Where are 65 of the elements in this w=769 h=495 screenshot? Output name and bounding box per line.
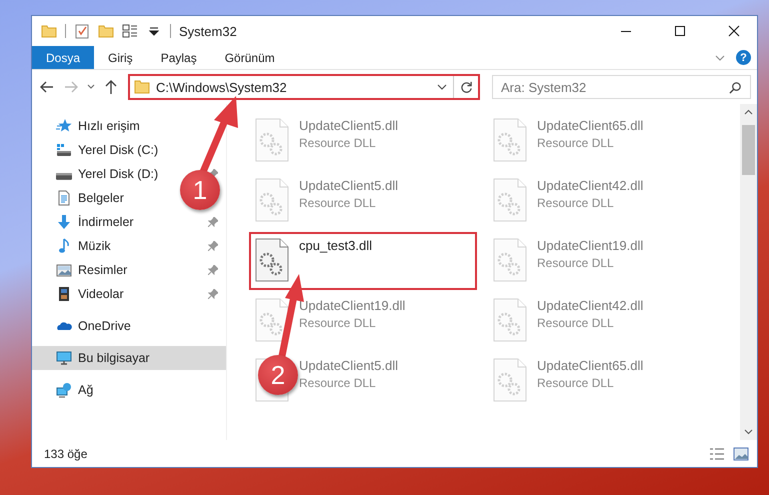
drive-icon: [56, 173, 72, 180]
file-type: Resource DLL: [537, 196, 615, 210]
maximize-icon[interactable]: [674, 25, 686, 37]
sidebar-item[interactable]: Resimler: [32, 258, 132, 282]
picture-icon: [56, 262, 72, 278]
file-name: UpdateClient65.dll: [537, 118, 644, 133]
sidebar-item[interactable]: Belgeler: [32, 186, 128, 210]
sidebar-item[interactable]: Yerel Disk (D:): [32, 162, 162, 186]
window-title: System32: [179, 24, 238, 38]
file-type: Resource DLL: [537, 376, 615, 390]
item-count: 133 öğe: [44, 446, 88, 460]
file-name: UpdateClient5.dll: [299, 358, 398, 373]
sidebar-item[interactable]: Ağ: [32, 378, 98, 402]
large-icons-view-icon[interactable]: [733, 446, 749, 460]
refresh-icon[interactable]: [460, 80, 472, 94]
view-options-icon[interactable]: [122, 23, 138, 39]
sidebar-item[interactable]: Videolar: [32, 282, 128, 306]
monitor-icon: [56, 350, 72, 366]
sidebar-item[interactable]: Hızlı erişim: [32, 114, 144, 138]
highlighted-file-item[interactable]: cpu_test3.dll: [249, 232, 477, 290]
ribbon-tab[interactable]: Giriş: [94, 46, 147, 69]
file-name: UpdateClient19.dll: [299, 298, 406, 313]
file-type: Resource DLL: [299, 316, 377, 330]
details-view-icon[interactable]: [709, 446, 725, 460]
network-icon: [56, 382, 72, 398]
properties-icon[interactable]: [74, 23, 90, 39]
file-name: UpdateClient5.dll: [299, 178, 398, 193]
scroll-thumb[interactable]: [742, 125, 755, 175]
ribbon-tab[interactable]: Paylaş: [146, 46, 211, 69]
address-field[interactable]: C:\Windows\System32: [128, 74, 480, 100]
file-name: UpdateClient42.dll: [537, 298, 644, 313]
file-name: cpu_test3.dll: [299, 238, 372, 253]
dropdown-chevron-icon[interactable]: [437, 82, 447, 92]
file-type: Resource DLL: [299, 196, 377, 210]
search-field[interactable]: Ara: System32: [492, 75, 751, 99]
file-type: Resource DLL: [299, 376, 377, 390]
file-type: Resource DLL: [537, 256, 615, 270]
download-arrow-icon: [56, 214, 72, 230]
drive-icon: [56, 142, 72, 158]
ribbon-tab[interactable]: Dosya: [32, 46, 94, 69]
file-type: Resource DLL: [537, 316, 615, 330]
folder-icon: [134, 79, 150, 95]
file-type: Resource DLL: [537, 136, 615, 150]
file-name: UpdateClient42.dll: [537, 178, 644, 193]
sidebar-item[interactable]: Müzik: [32, 234, 115, 258]
close-icon[interactable]: [728, 25, 740, 37]
search-icon[interactable]: [729, 81, 742, 94]
music-note-icon: [56, 238, 72, 254]
sidebar-item[interactable]: Bu bilgisayar: [32, 346, 226, 370]
file-name: UpdateClient5.dll: [299, 118, 398, 133]
file-name: UpdateClient19.dll: [537, 238, 644, 253]
scroll-down-icon[interactable]: [744, 427, 753, 436]
file-name: UpdateClient65.dll: [537, 358, 644, 373]
help-button[interactable]: ?: [736, 50, 751, 65]
sidebar-item[interactable]: İndirmeler: [32, 210, 138, 234]
scroll-up-icon[interactable]: [744, 108, 753, 117]
document-icon: [56, 190, 72, 206]
file-type: Resource DLL: [299, 136, 377, 150]
sidebar-item[interactable]: OneDrive: [32, 314, 135, 338]
film-icon: [56, 286, 72, 302]
sidebar-item[interactable]: Yerel Disk (C:): [32, 138, 162, 162]
minimize-icon[interactable]: [620, 30, 632, 32]
ribbon-tab[interactable]: Görünüm: [210, 46, 289, 69]
scrollbar[interactable]: [740, 104, 757, 440]
star-icon: [56, 118, 72, 134]
